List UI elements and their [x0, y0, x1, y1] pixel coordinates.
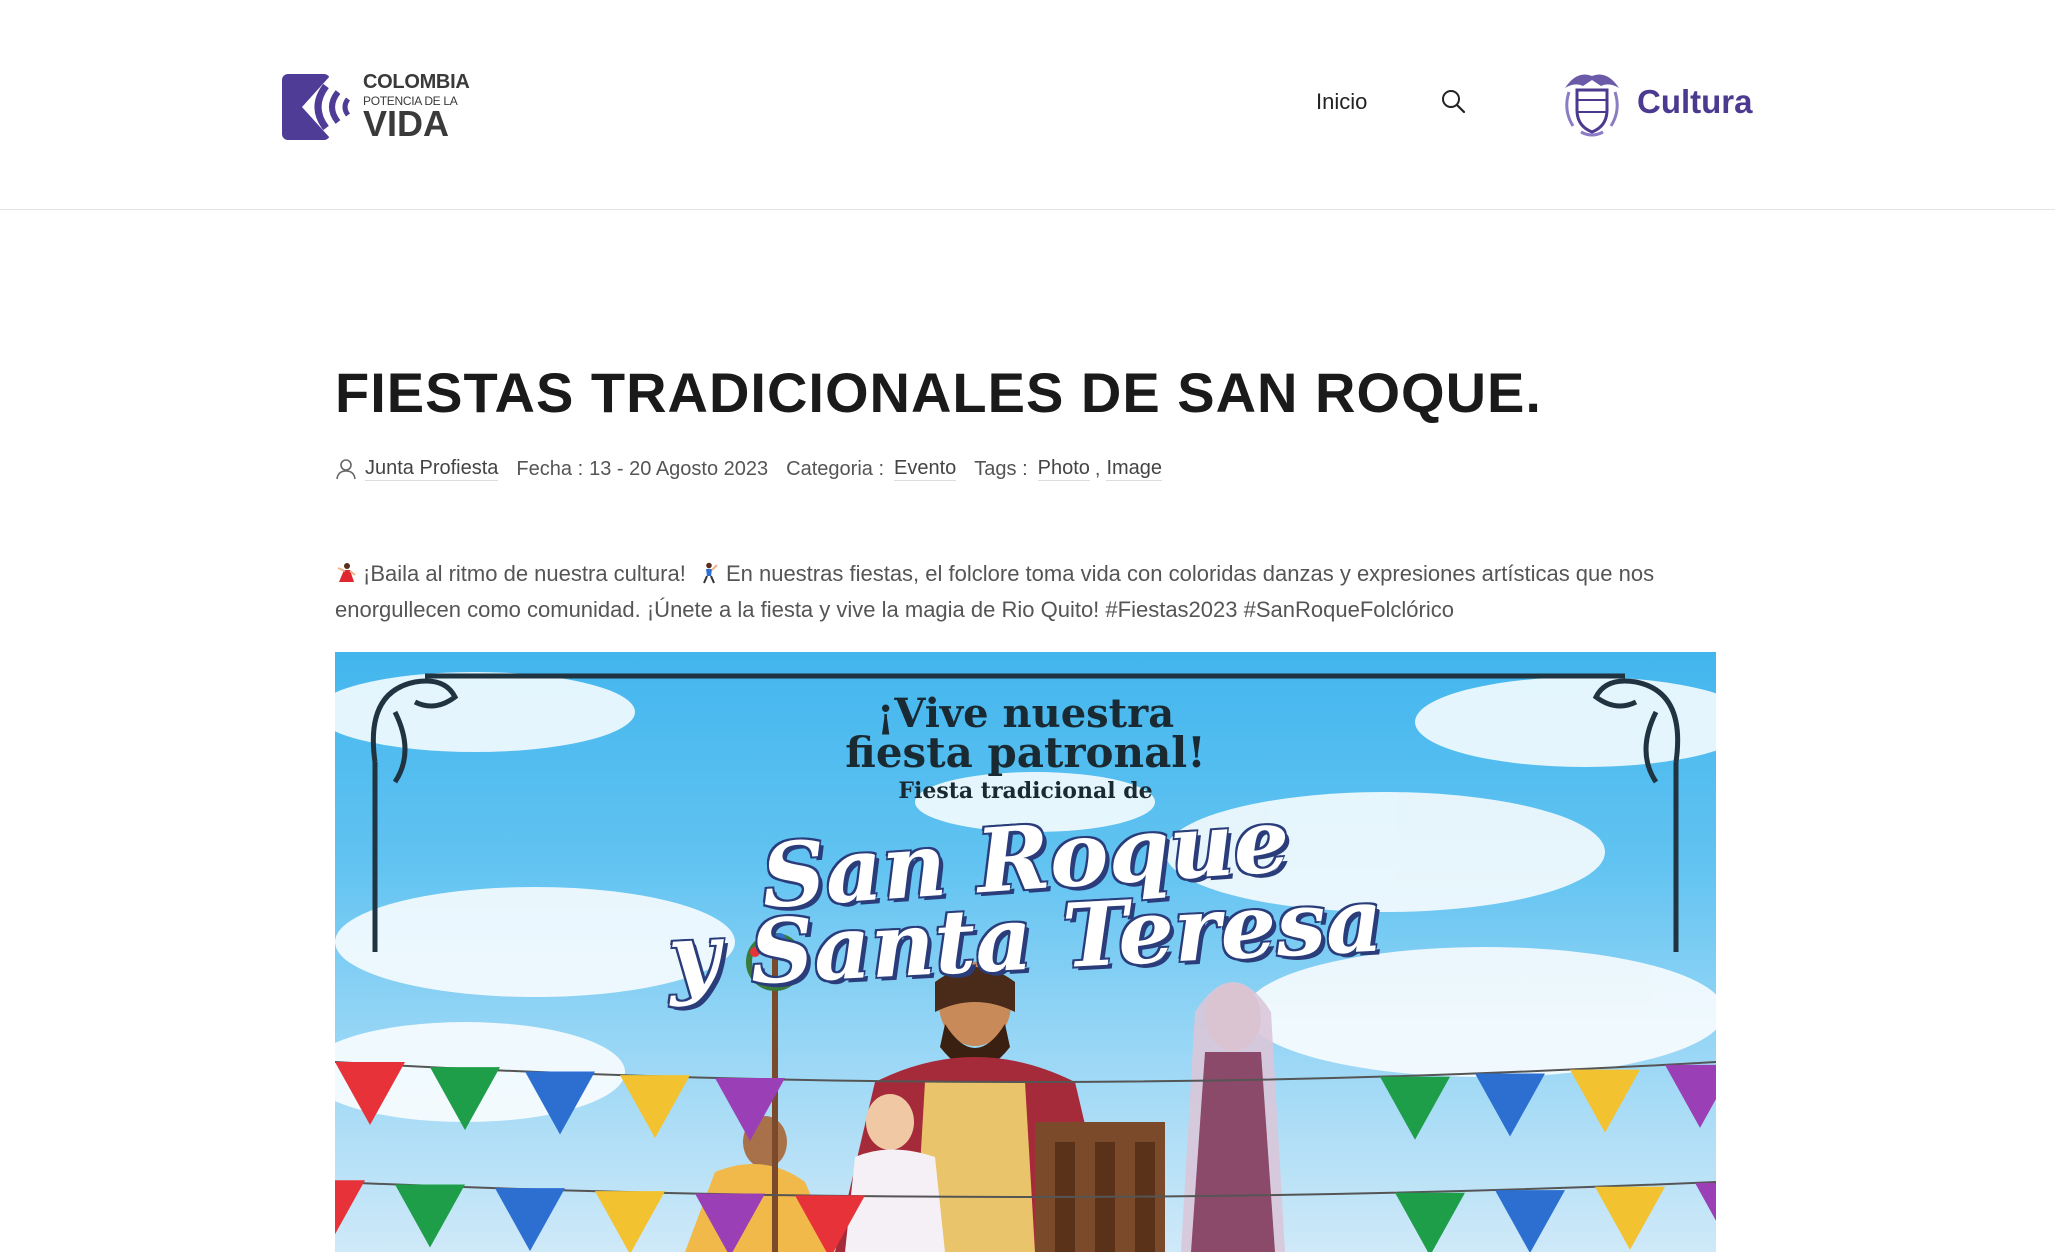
user-icon — [336, 459, 356, 480]
bunting-flag — [495, 1188, 565, 1252]
search-icon[interactable] — [1441, 89, 1467, 115]
colombia-potencia-de-la-vida-logo[interactable]: COLOMBIA POTENCIA DE LA VIDA — [280, 72, 470, 142]
category-label: Categoria : — [786, 457, 885, 480]
date-value: 13 - 20 Agosto 2023 — [589, 457, 769, 480]
logo-line-colombia: COLOMBIA — [363, 71, 470, 93]
dancer-woman-emoji-icon — [337, 563, 356, 582]
bunting-flag — [1475, 1073, 1545, 1137]
colombia-logo-icon — [282, 74, 351, 140]
bunting-flag — [1380, 1076, 1450, 1140]
coat-of-arms-icon — [1565, 74, 1619, 137]
event-poster-image[interactable]: ¡Vive nuestra fiesta patronal! Fiesta tr… — [335, 652, 1716, 1252]
article-meta: Junta Profiesta Fecha : 13 - 20 Agosto 2… — [335, 455, 1163, 483]
tag-link-photo[interactable]: Photo — [1037, 457, 1090, 481]
site-header: COLOMBIA POTENCIA DE LA VIDA Inicio Cult… — [0, 0, 2055, 210]
nav-inicio-link[interactable]: Inicio — [1316, 89, 1367, 115]
bunting-flag — [1495, 1190, 1565, 1252]
article-body: ¡Baila al ritmo de nuestra cultura! En n… — [335, 556, 1715, 628]
tag-separator: , — [1094, 457, 1101, 480]
date-label: Fecha : — [516, 457, 584, 480]
tags-label: Tags : — [974, 457, 1028, 480]
cultura-wordmark: Cultura — [1637, 83, 1753, 120]
body-text-part-1: ¡Baila al ritmo de nuestra cultura! — [363, 561, 686, 586]
dancer-man-emoji-icon — [703, 562, 718, 584]
logo-line-vida: VIDA — [363, 103, 450, 144]
bunting-flag — [1665, 1064, 1716, 1128]
bunting-flag — [595, 1191, 665, 1252]
bunting-flag — [1695, 1182, 1716, 1221]
ministerio-cultura-logo[interactable]: Cultura — [1557, 68, 1757, 140]
bunting-flag — [1395, 1192, 1465, 1252]
poster-santa-teresa-illustration — [1181, 982, 1285, 1252]
bunting-flag — [1595, 1186, 1665, 1250]
bunting-flag — [395, 1184, 465, 1248]
bunting-flag — [1570, 1069, 1640, 1133]
poster-headline-line-2: fiesta patronal! — [845, 728, 1206, 777]
bunting-flag — [335, 1180, 365, 1235]
category-link[interactable]: Evento — [894, 457, 957, 481]
author-link[interactable]: Junta Profiesta — [365, 457, 499, 481]
tag-link-image[interactable]: Image — [1106, 457, 1163, 481]
bunting-flag — [620, 1075, 690, 1139]
article-title: FIESTAS TRADICIONALES DE SAN ROQUE. — [335, 361, 1542, 424]
logo-wordmark: COLOMBIA POTENCIA DE LA VIDA — [363, 71, 470, 144]
